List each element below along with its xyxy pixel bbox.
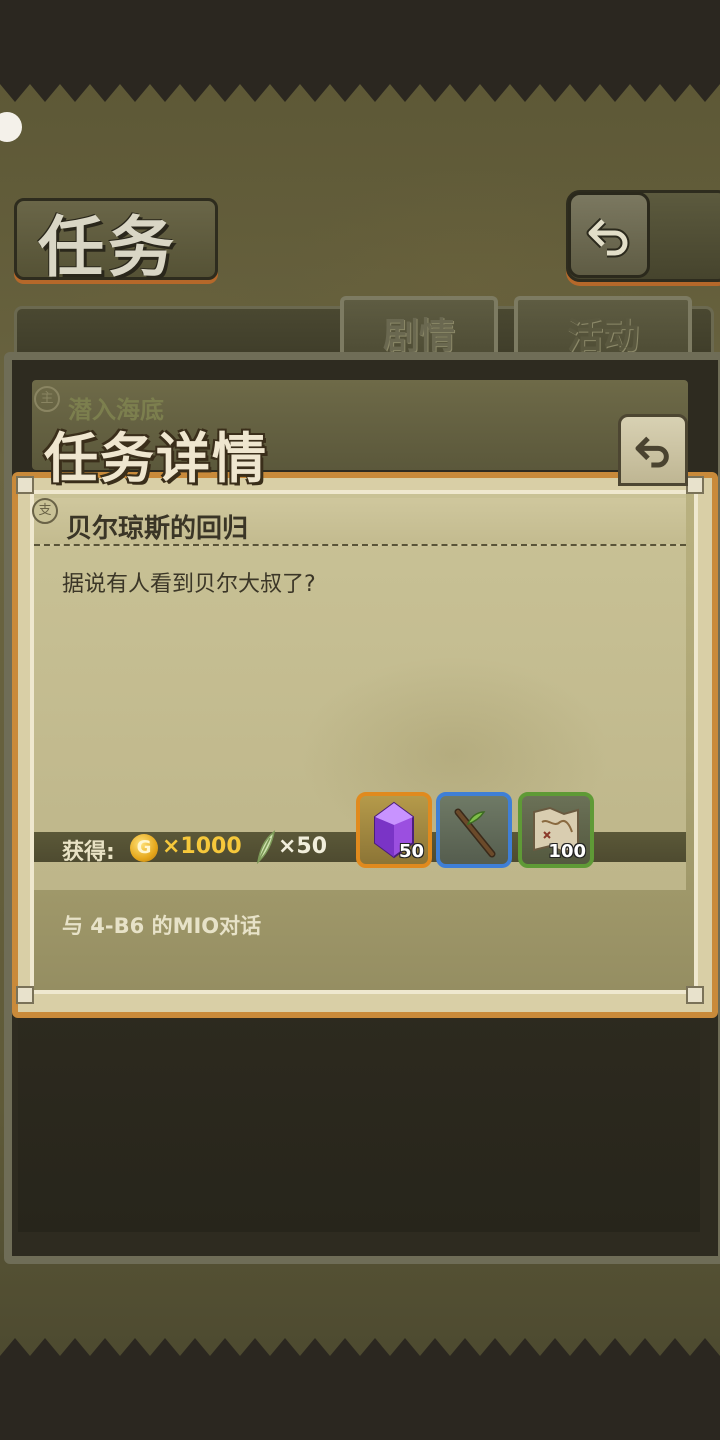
reward-item-crystal[interactable]: 50 (356, 792, 432, 868)
return-arrow-icon (586, 217, 630, 258)
gold-coin-icon: G (130, 834, 158, 862)
frame-stud (16, 476, 34, 494)
frame-stud (686, 986, 704, 1004)
reward-item-branch[interactable] (436, 792, 512, 868)
quest-description: 据说有人看到贝尔大叔了? (62, 572, 316, 597)
quest-list-empty-area (18, 1010, 700, 1232)
frame-stud (16, 986, 34, 1004)
back-button[interactable] (568, 192, 650, 278)
torn-edge-bottom (0, 1338, 720, 1360)
item-count: 100 (548, 841, 586, 862)
feather-icon (256, 830, 276, 864)
main-quest-badge: 主 (34, 386, 60, 412)
quest-name: 贝尔琼斯的回归 (66, 514, 249, 544)
top-system-bar (0, 0, 720, 80)
feather-reward-amount: ×50 (278, 834, 328, 859)
frame-stud (686, 476, 704, 494)
item-count: 50 (398, 841, 424, 862)
wooden-branch-icon (454, 808, 496, 858)
quest-objective: 与 4-B6 的MIO对话 (62, 914, 262, 938)
modal-title: 任务详情 (44, 427, 268, 490)
bottom-system-bar (0, 1360, 720, 1440)
reward-item-map[interactable]: 100 (518, 792, 594, 868)
coin-reward-amount: ×1000 (162, 834, 242, 859)
modal-close-button[interactable] (618, 414, 688, 486)
reward-label: 获得: (62, 840, 115, 865)
torn-edge-top (0, 80, 720, 102)
return-arrow-icon (635, 436, 669, 468)
page-title: 任务 (38, 209, 178, 286)
side-quest-badge: 支 (32, 498, 58, 524)
